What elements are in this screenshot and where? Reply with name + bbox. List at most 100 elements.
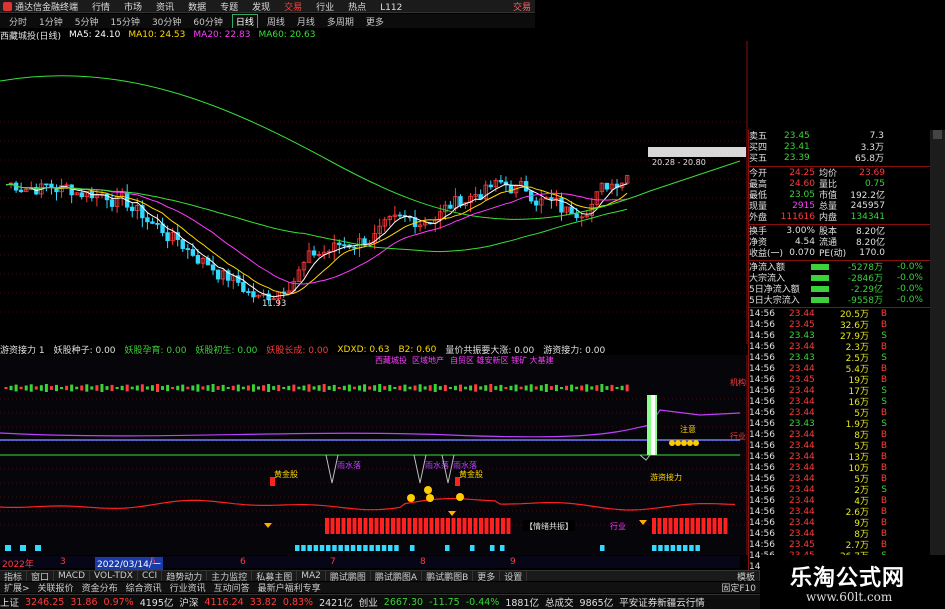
menu-item-0[interactable]: 行情 bbox=[92, 3, 110, 13]
stat-cell: PE(动) bbox=[819, 249, 847, 259]
trade-button[interactable]: 交易 bbox=[513, 0, 535, 13]
resonance-bar bbox=[685, 518, 689, 534]
menu-item-6[interactable]: 交易 bbox=[284, 3, 302, 13]
volume-bar bbox=[70, 384, 74, 392]
candle-body bbox=[145, 217, 150, 223]
resonance-bar bbox=[501, 518, 505, 534]
template-tab[interactable]: 模板 bbox=[733, 571, 760, 581]
indicator-label-0: 游资接力 1 bbox=[0, 346, 45, 355]
rain-label: 雨水落 bbox=[337, 460, 361, 470]
resonance-bar bbox=[696, 518, 700, 534]
signal-square bbox=[338, 545, 343, 551]
menu-item-3[interactable]: 数据 bbox=[188, 3, 206, 13]
indicator-tab-10[interactable]: 鹏试鹏图A bbox=[371, 571, 423, 581]
volume-bar bbox=[580, 385, 584, 391]
stat-cell: 8.20亿 bbox=[855, 238, 885, 248]
indicator-tab-5[interactable]: 趋势动力 bbox=[162, 571, 208, 581]
volume-bar bbox=[100, 384, 104, 392]
volume-bar bbox=[105, 386, 109, 390]
info-tab-3[interactable]: 综合资讯 bbox=[122, 582, 166, 593]
indicator-tab-0[interactable]: 指标 bbox=[0, 571, 28, 581]
info-tab-5[interactable]: 互动问答 bbox=[210, 582, 254, 593]
period-tab-1[interactable]: 1分钟 bbox=[36, 15, 66, 28]
tick-price: 23.43 bbox=[789, 352, 815, 363]
volume-bar bbox=[489, 384, 493, 392]
period-tab-7[interactable]: 周线 bbox=[264, 15, 288, 28]
status-item-3: 0.97% bbox=[103, 596, 134, 608]
info-tab-0[interactable]: 扩展> bbox=[0, 582, 34, 593]
info-tab-2[interactable]: 资金分布 bbox=[78, 582, 122, 593]
volume-bar bbox=[554, 384, 558, 392]
status-item-12: -11.75 bbox=[429, 596, 460, 608]
status-item-17: 平安证券新疆云行情 bbox=[619, 598, 705, 609]
indicator-tab-3[interactable]: VOL-TDX bbox=[90, 571, 138, 581]
status-item-1: 3246.25 bbox=[25, 596, 65, 608]
period-tab-2[interactable]: 5分钟 bbox=[72, 15, 102, 28]
status-item-4: 4195亿 bbox=[139, 598, 174, 609]
volume-bar bbox=[322, 384, 326, 392]
info-tab-6[interactable]: 最新户福利专享 bbox=[254, 582, 325, 593]
period-tab-8[interactable]: 月线 bbox=[294, 15, 318, 28]
coin-icon bbox=[675, 440, 681, 446]
period-tab-5[interactable]: 60分钟 bbox=[190, 15, 225, 28]
indicator-tab-7[interactable]: 私募主图 bbox=[252, 571, 298, 581]
indicator-tab-4[interactable]: CCI bbox=[138, 571, 163, 581]
volume-bar bbox=[312, 386, 316, 390]
signal-square bbox=[307, 545, 312, 551]
indicator-tab-8[interactable]: MA2 bbox=[297, 571, 326, 581]
tick-side: B bbox=[880, 429, 887, 440]
menu-item-4[interactable]: 专题 bbox=[220, 3, 238, 13]
ma10-line bbox=[5, 183, 628, 295]
indicator-tab-6[interactable]: 主力监控 bbox=[207, 571, 253, 581]
period-tab-3[interactable]: 15分钟 bbox=[107, 15, 142, 28]
volume-bar bbox=[80, 385, 84, 391]
resonance-bar bbox=[429, 518, 434, 534]
indicator-tab-11[interactable]: 鹏试鹏图B bbox=[422, 571, 474, 581]
signal-square bbox=[326, 545, 331, 551]
volume-bar bbox=[161, 386, 165, 390]
volume-bar bbox=[519, 386, 523, 390]
scroll-thumb[interactable] bbox=[933, 130, 942, 139]
period-tab-4[interactable]: 30分钟 bbox=[149, 15, 184, 28]
resonance-bar bbox=[385, 518, 390, 534]
low-price-label: 11.93 bbox=[262, 299, 286, 309]
info-tab-4[interactable]: 行业资讯 bbox=[166, 582, 210, 593]
indicator-tab-12[interactable]: 更多 bbox=[473, 571, 501, 581]
tick-time: 14:56 bbox=[749, 429, 775, 440]
kline-chart[interactable]: 22.0021.0020.0019.0018.0017.0016.0015.00… bbox=[0, 41, 748, 344]
indicator-tab-2[interactable]: MACD bbox=[54, 571, 91, 581]
volume-bar bbox=[135, 385, 139, 391]
info-tab-1[interactable]: 关联报价 bbox=[34, 582, 78, 593]
signal-square bbox=[658, 545, 663, 551]
signal-square bbox=[381, 545, 387, 551]
candle-body bbox=[604, 182, 610, 190]
volume-bar bbox=[560, 387, 563, 389]
volume-bar bbox=[120, 385, 124, 391]
f10-button[interactable]: 固定F10 bbox=[717, 582, 760, 593]
menu-item-9[interactable]: L112 bbox=[380, 3, 402, 13]
resonance-bar bbox=[418, 518, 423, 534]
period-tab-10[interactable]: 更多 bbox=[363, 15, 387, 28]
candle-body bbox=[574, 213, 579, 219]
menu-item-5[interactable]: 发现 bbox=[252, 3, 270, 13]
menu-item-8[interactable]: 热点 bbox=[348, 3, 366, 13]
menu-item-1[interactable]: 市场 bbox=[124, 3, 142, 13]
stat-cell: 2915 bbox=[792, 200, 815, 211]
tick-time: 14:56 bbox=[749, 319, 775, 330]
menu-item-7[interactable]: 行业 bbox=[316, 3, 334, 13]
period-tab-9[interactable]: 多周期 bbox=[324, 15, 357, 28]
volume-bar bbox=[570, 384, 574, 392]
indicator-tab-13[interactable]: 设置 bbox=[500, 571, 528, 581]
side-scrollbar[interactable] bbox=[930, 130, 945, 570]
indicator-tab-1[interactable]: 窗口 bbox=[27, 571, 55, 581]
indicator-tab-9[interactable]: 鹏试鹏图 bbox=[326, 571, 371, 581]
volume-bar bbox=[352, 386, 356, 390]
menu-item-2[interactable]: 资讯 bbox=[156, 3, 174, 13]
tick-side: S bbox=[881, 418, 887, 429]
tick-side: B bbox=[880, 341, 887, 352]
volume-bar bbox=[539, 385, 543, 391]
period-tab-0[interactable]: 分时 bbox=[6, 15, 30, 28]
attention-label: 注意 bbox=[680, 424, 696, 434]
indicator-chart[interactable]: 西藏城投区域地产自贸区 雄安新区 锂矿 大基建2.001.501.000.500… bbox=[0, 355, 748, 555]
period-tab-6[interactable]: 日线 bbox=[231, 14, 258, 28]
